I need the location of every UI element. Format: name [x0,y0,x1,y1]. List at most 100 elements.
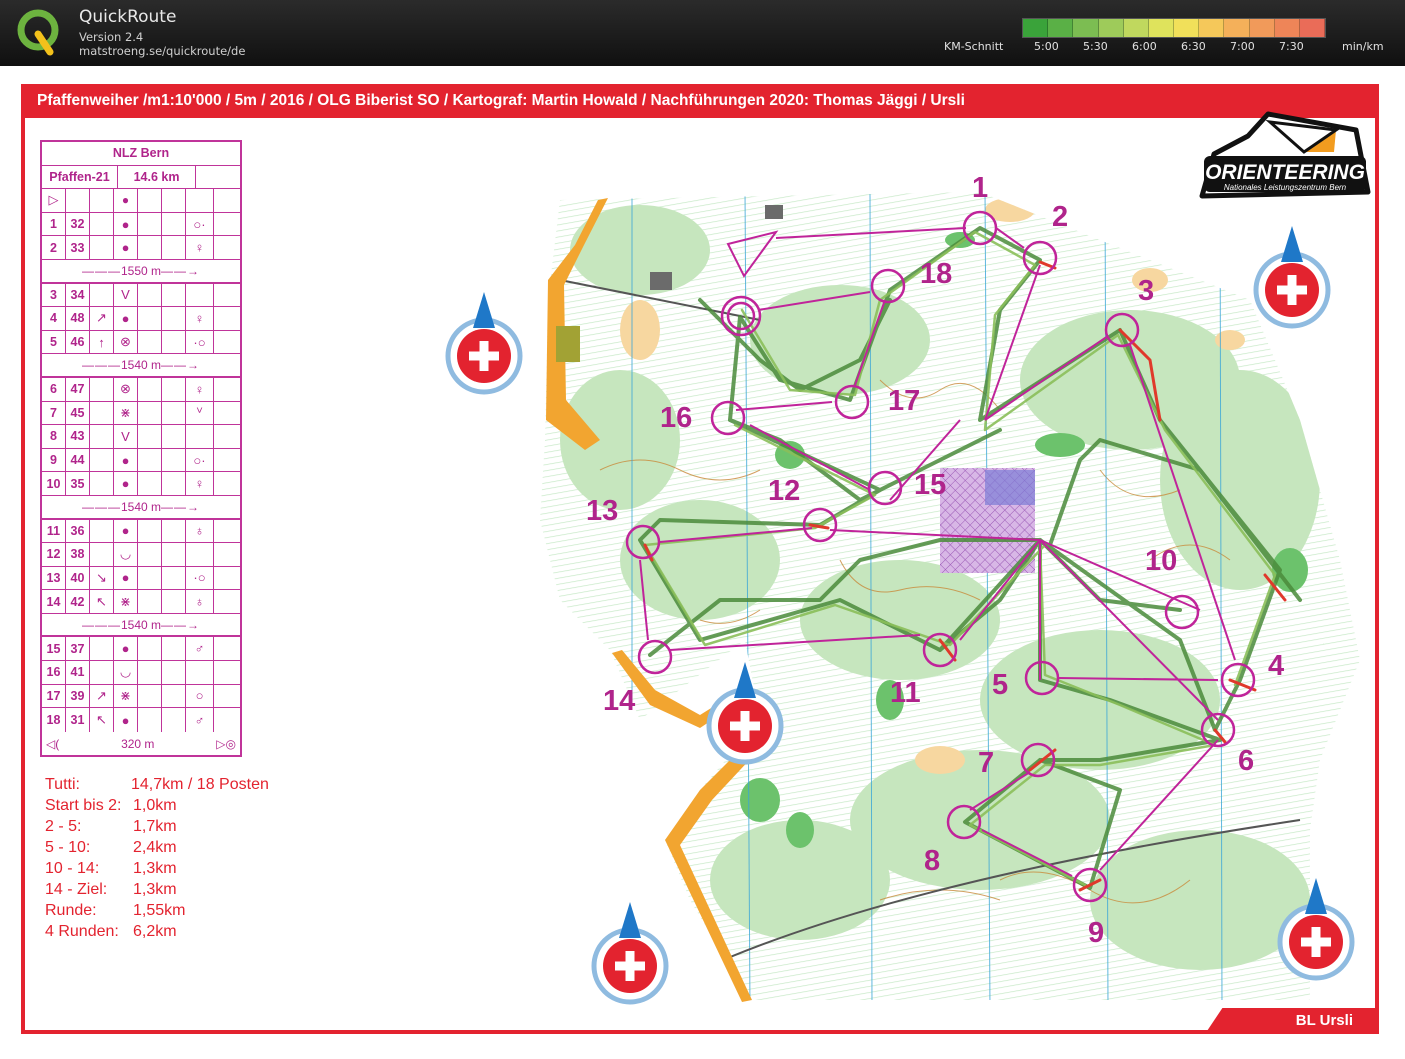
cd-empty [138,330,162,354]
cd-direction-icon [90,472,114,495]
cd-feature-icon: ◡ [114,543,138,566]
cd-control-code: 36 [66,519,90,543]
cd-empty [214,567,240,590]
cd-control-row: 6 47 ⊗ ♀ [42,377,240,402]
cd-feature-icon: ⊗ [114,330,138,354]
cd-position-icon [186,543,214,566]
cd-empty [138,307,162,330]
control-number: 7 [978,747,994,779]
stats-label: 5 - 10: [45,839,91,856]
cd-direction-icon [90,519,114,543]
cd-direction-icon: ↑ [90,330,114,354]
cd-direction-icon [90,401,114,425]
cd-position-icon [186,283,214,307]
finish-start-funnel-icon: ◁( [46,736,60,751]
cd-start-feature: ● [114,189,138,212]
cd-control-number: 1 [42,212,66,236]
cd-empty [138,283,162,307]
cd-empty [138,637,162,661]
cd-empty [162,448,186,472]
stats-row: 14 - Ziel: 1,3km [45,879,269,900]
cd-empty [138,519,162,543]
cd-empty [214,661,240,684]
cd-feature-icon: ● [114,566,138,590]
cd-control-number: 10 [42,472,66,495]
cd-position-icon: ⱽ [186,401,214,425]
cd-feature-icon: ● [114,472,138,495]
cd-position-icon: ♀ [186,236,214,259]
cd-empty [214,331,240,354]
stats-row: 4 Runden: 6,2km [45,921,269,942]
cd-course-length: 14.6 km [118,165,196,189]
cd-control-number: 15 [42,637,66,661]
control-number: 15 [914,469,946,501]
stats-label: Tutti: [45,776,80,793]
cd-empty [138,448,162,472]
cd-finish-row: ◁( 320 m ▷◎ [42,732,240,756]
cd-direction-icon [90,283,114,307]
cd-control-code: 34 [66,283,90,307]
cd-feature-icon: ● [114,708,138,732]
cd-control-row: 1 32 ● ○· [42,212,240,237]
cd-control-code: 44 [66,448,90,472]
cd-position-icon: ○· [186,448,214,472]
cd-control-number: 5 [42,330,66,354]
north-arrow-swiss-cross-icon [1253,226,1331,329]
stats-row: Runde: 1,55km [45,900,269,921]
cd-empty [162,377,186,401]
cd-empty [138,708,162,732]
cd-empty [162,236,186,259]
stats-value: 2,4km [133,839,177,856]
cd-control-code: 47 [66,377,90,401]
stats-row: 5 - 10: 2,4km [45,837,269,858]
finish-circles-icon: ▷◎ [216,736,236,751]
cd-direction-icon [90,661,114,684]
map-footer-label: BL Ursli [1205,1008,1379,1034]
cd-control-code: 42 [66,590,90,613]
cd-empty [162,684,186,708]
control-number: 6 [1238,745,1254,777]
cd-direction-icon [90,425,114,448]
cd-direction-icon [90,377,114,401]
cd-control-code: 35 [66,472,90,495]
cd-empty [138,661,162,684]
stats-value: 14,7km / 18 Posten [131,776,269,793]
cd-empty [214,685,240,708]
cd-finish-distance: 320 m [121,736,155,751]
cd-direction-icon: ↘ [90,566,114,590]
cd-feature-icon: ⋇ [114,684,138,708]
cd-control-number: 18 [42,708,66,732]
stats-row: 10 - 14: 1,3km [45,858,269,879]
cd-control-number: 12 [42,543,66,566]
cd-empty [214,402,240,425]
cd-control-number: 2 [42,236,66,259]
cd-leg-length: 1540 m [120,499,162,514]
cd-control-row: 8 43 V [42,425,240,449]
cd-control-row: 4 48 ↗ ● ♀ [42,307,240,331]
stats-value: 1,3km [133,881,177,898]
cd-leg-row: ——— 1540 m ——→ [42,614,240,638]
stats-label: Runde: [45,902,97,919]
cd-control-number: 14 [42,590,66,613]
cd-leg-length: 1540 m [120,617,162,632]
cd-empty [162,661,186,684]
cd-course-name: Pfaffen-21 [42,165,118,189]
cd-position-icon [186,425,214,448]
cd-direction-icon [90,236,114,259]
cd-control-row: 17 39 ↗ ⋇ ○ [42,684,240,709]
cd-feature-icon: V [114,283,138,307]
cd-control-number: 9 [42,448,66,472]
cd-control-number: 11 [42,519,66,543]
cd-control-code: 46 [66,330,90,354]
cd-empty [214,284,240,307]
cd-empty [138,590,162,613]
cd-control-row: 15 37 ● ♂ [42,637,240,662]
cd-control-code: 31 [66,708,90,732]
cd-empty [162,283,186,307]
cd-feature-icon: V [114,425,138,448]
badge-subtitle: Nationales Leistungszentrum Bern [1224,183,1347,192]
cd-feature-icon: ⋇ [114,590,138,613]
cd-feature-icon: ● [114,519,138,543]
cd-position-icon [186,661,214,684]
cd-position-icon: ○ [186,684,214,708]
